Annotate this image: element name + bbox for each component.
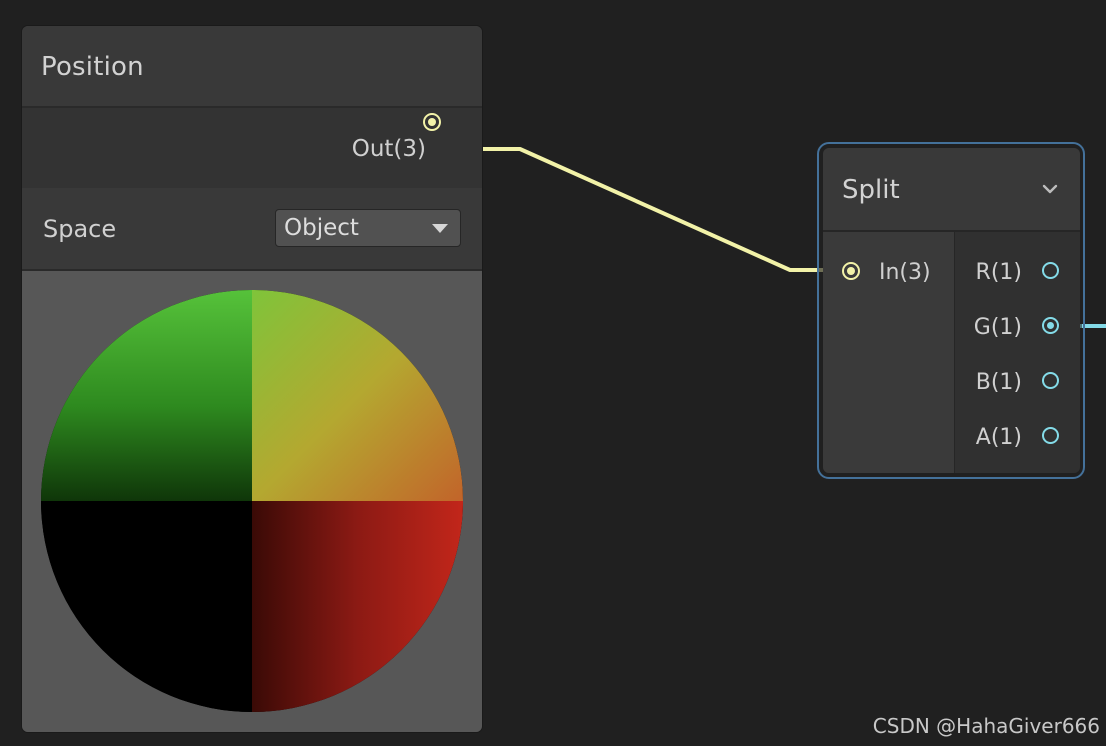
space-dropdown[interactable]: Object (275, 209, 461, 247)
watermark: CSDN @HahaGiver666 (872, 714, 1100, 738)
position-output-row: Out(3) (22, 108, 482, 188)
split-node-header[interactable]: Split (823, 148, 1080, 232)
position-space-row: Space Object (22, 188, 482, 271)
sphere-quadrant-black (41, 501, 252, 712)
position-output-port[interactable] (423, 113, 441, 131)
split-input-label: In(3) (879, 260, 931, 285)
preview-sphere (41, 290, 463, 712)
split-output-port-r[interactable] (1042, 262, 1059, 279)
shader-graph-canvas[interactable]: Position Out(3) Space Object Split In(3)… (0, 0, 1106, 746)
split-node[interactable]: Split In(3) R(1) G(1) B(1) A(1) (823, 148, 1080, 473)
sphere-quadrant-red (252, 501, 463, 712)
position-preview (22, 271, 482, 732)
position-node-title: Position (41, 52, 144, 82)
space-label: Space (43, 215, 117, 243)
split-outputs-column: R(1) G(1) B(1) A(1) (954, 232, 1080, 473)
position-node-header[interactable]: Position (22, 26, 482, 108)
sphere-quadrant-yellow (252, 290, 463, 501)
split-input-port[interactable] (842, 262, 860, 280)
split-output-label-a: A(1) (975, 425, 1022, 450)
split-output-label-b: B(1) (975, 370, 1022, 395)
space-dropdown-value: Object (284, 215, 359, 241)
split-output-port-b[interactable] (1042, 372, 1059, 389)
split-output-port-a[interactable] (1042, 427, 1059, 444)
split-node-title: Split (842, 175, 900, 205)
triangle-down-icon (432, 224, 448, 233)
sphere-quadrant-green (41, 290, 252, 501)
chevron-down-icon[interactable] (1041, 180, 1059, 198)
position-output-label: Out(3) (351, 136, 426, 162)
split-output-label-g: G(1) (973, 315, 1022, 340)
split-output-port-g[interactable] (1042, 317, 1059, 334)
wire-position-to-split[interactable] (441, 147, 842, 272)
split-output-label-r: R(1) (975, 260, 1022, 285)
position-node[interactable]: Position Out(3) Space Object (22, 26, 482, 732)
